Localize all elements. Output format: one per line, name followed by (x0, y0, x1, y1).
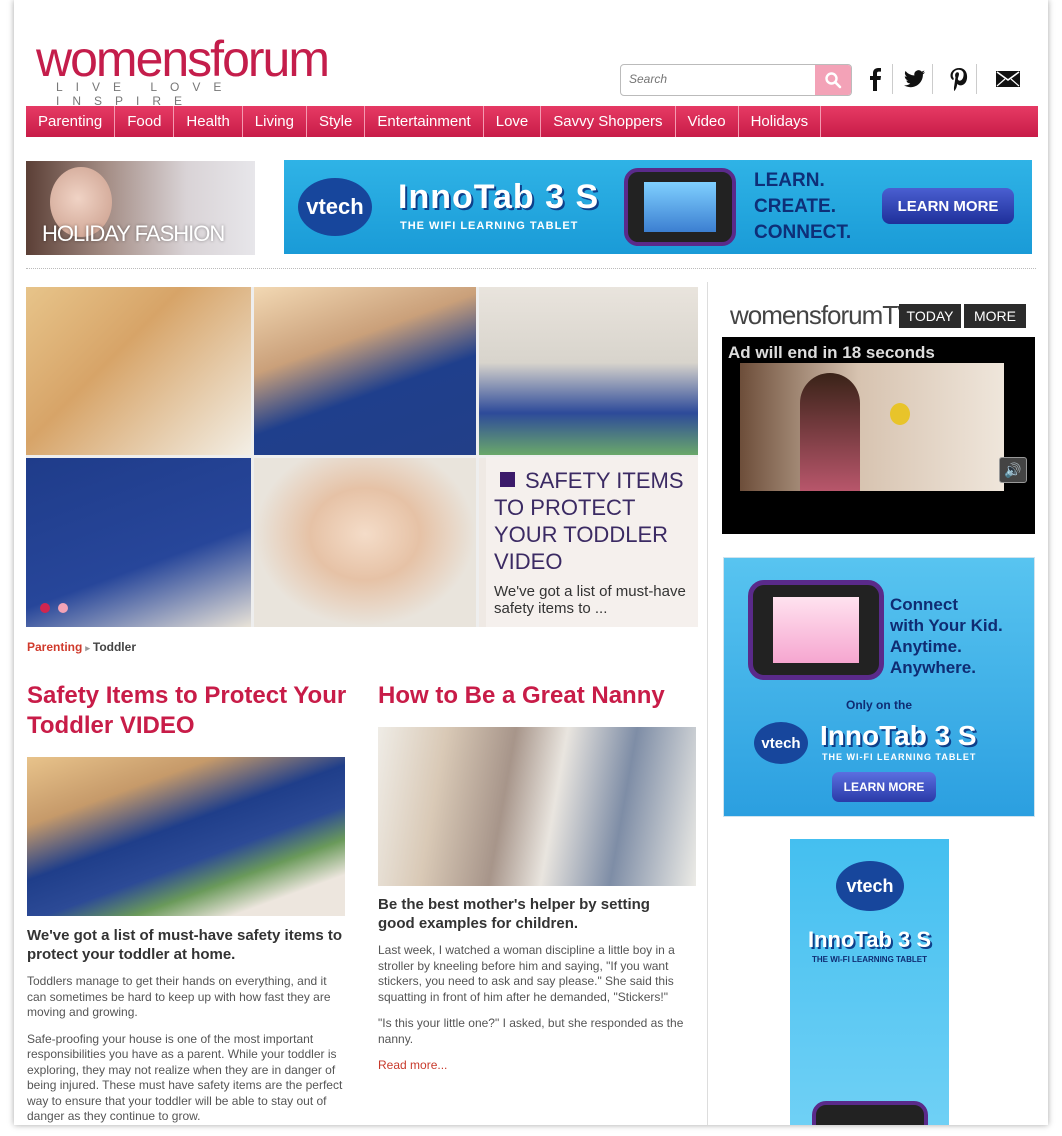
ad-subtitle: THE WI-FI LEARNING TABLET (812, 955, 927, 964)
holiday-fashion-promo[interactable]: HOLIDAY FASHION (26, 161, 255, 255)
hero-tile (26, 287, 251, 455)
breadcrumb: Parenting ▸ Toddler (27, 640, 136, 654)
divider (26, 268, 1036, 269)
ad-only-on: Only on the (846, 698, 912, 712)
article-title[interactable]: How to Be a Great Nanny (378, 681, 698, 711)
twitter-icon (904, 70, 925, 88)
ad-message-line: with Your Kid. (890, 616, 1003, 635)
vtech-logo: vtech (836, 861, 904, 911)
tagline-learn: LEARN. (754, 170, 825, 191)
hero-tile (26, 458, 251, 627)
hero-title: SAFETY ITEMS TO PROTECT YOUR TODDLER VID… (494, 467, 690, 575)
article-body: Last week, I watched a woman discipline … (378, 943, 698, 1085)
tablet-image (812, 1101, 928, 1125)
main-nav: Parenting Food Health Living Style Enter… (26, 106, 1038, 137)
slideshow-dots (40, 603, 68, 613)
ad-countdown: Ad will end in 18 seconds (728, 343, 935, 362)
banner-learn-more-button[interactable]: LEARN MORE (882, 188, 1014, 224)
hero-description: We've got a list of must-have safety ite… (494, 583, 686, 617)
nav-item-parenting[interactable]: Parenting (26, 106, 116, 137)
nav-item-living[interactable]: Living (243, 106, 307, 137)
article-lead: We've got a list of must-have safety ite… (27, 927, 343, 963)
article-title[interactable]: Safety Items to Protect Your Toddler VID… (27, 681, 347, 741)
tablet-image (748, 580, 884, 680)
volume-button[interactable]: 🔊 (999, 457, 1027, 483)
read-more-link[interactable]: Read more... (378, 1058, 447, 1072)
page: womensforum LIVE LOVE INSPIRE Search Par… (14, 0, 1048, 1125)
search-button[interactable] (815, 65, 851, 95)
facebook-icon (870, 68, 881, 91)
breadcrumb-arrow-icon: ▸ (85, 643, 90, 653)
banner-taglines: LEARN. CREATE. CONNECT. (754, 168, 851, 246)
nav-item-holidays[interactable]: Holidays (739, 106, 822, 137)
article-body: Toddlers manage to get their hands on ev… (27, 974, 349, 1136)
article-paragraph: Safe-proofing your house is one of the m… (27, 1031, 343, 1124)
facebook-link[interactable] (858, 64, 893, 94)
email-icon (996, 71, 1020, 87)
vtech-logo: vtech (298, 178, 372, 236)
tab-more[interactable]: MORE (964, 304, 1026, 328)
search-input[interactable] (621, 65, 815, 93)
site-logo[interactable]: womensforum LIVE LOVE INSPIRE (36, 14, 336, 108)
tablet-image (624, 168, 736, 246)
nav-item-food[interactable]: Food (115, 106, 175, 137)
article-paragraph: Toddlers manage to get their hands on ev… (27, 974, 331, 1019)
video-player[interactable]: Ad will end in 18 seconds 🔊 (722, 337, 1035, 534)
nav-item-style[interactable]: Style (307, 106, 366, 137)
article-paragraph: Last week, I watched a woman discipline … (378, 943, 675, 1004)
womensforum-tv-logo[interactable]: womensforumTV (730, 300, 914, 331)
hero-tile (254, 458, 476, 627)
search-icon (825, 72, 842, 89)
vtech-sidebar-ad[interactable]: Connect with Your Kid. Anytime. Anywhere… (723, 557, 1035, 817)
twitter-link[interactable] (898, 64, 933, 94)
tab-today[interactable]: TODAY (899, 304, 961, 328)
ad-subtitle: THE WI-FI LEARNING TABLET (822, 752, 977, 762)
square-bullet-icon (500, 472, 515, 487)
video-frame (740, 363, 1004, 491)
article-image[interactable] (27, 757, 345, 916)
banner-subtitle: THE WIFI LEARNING TABLET (400, 220, 579, 232)
ad-product-name: InnoTab 3 S (820, 720, 977, 751)
hero-tile (479, 287, 698, 455)
slide-dot[interactable] (58, 603, 68, 613)
hero-caption[interactable]: SAFETY ITEMS TO PROTECT YOUR TODDLER VID… (486, 457, 698, 627)
ad-product-name: InnoTab 3 S (807, 927, 932, 952)
logo-wordmark: womensforum (36, 31, 330, 87)
vtech-logo: vtech (754, 722, 808, 764)
tagline-connect: CONNECT. (754, 222, 852, 243)
breadcrumb-parenting[interactable]: Parenting (27, 640, 82, 654)
logo-tagline: LIVE LOVE INSPIRE (56, 80, 235, 108)
nav-item-savvy-shoppers[interactable]: Savvy Shoppers (541, 106, 676, 137)
ad-learn-more-button[interactable]: LEARN MORE (832, 772, 936, 802)
tagline-create: CREATE. (754, 196, 836, 217)
breadcrumb-current: Toddler (92, 640, 136, 654)
hero-tile (254, 287, 476, 455)
ad-message-line: Anywhere. (890, 658, 976, 677)
vtech-banner-ad[interactable]: vtech InnoTab 3 S THE WIFI LEARNING TABL… (284, 160, 1032, 254)
pinterest-icon (950, 68, 968, 91)
article-lead: Be the best mother's helper by setting g… (378, 896, 650, 932)
column-divider (707, 282, 708, 1125)
search-box (620, 64, 852, 96)
article-paragraph: "Is this your little one?" I asked, but … (378, 1016, 684, 1046)
ad-message: Connect with Your Kid. Anytime. Anywhere… (890, 594, 1003, 678)
banner-product-name: InnoTab 3 S (398, 178, 600, 216)
pinterest-link[interactable] (942, 64, 977, 94)
article-image[interactable] (378, 727, 696, 886)
slide-dot-active[interactable] (40, 603, 50, 613)
nav-item-entertainment[interactable]: Entertainment (365, 106, 484, 137)
nav-item-video[interactable]: Video (676, 106, 739, 137)
vtech-skyscraper-ad[interactable]: vtech InnoTab 3 S THE WI-FI LEARNING TAB… (790, 839, 949, 1125)
nav-item-love[interactable]: Love (484, 106, 542, 137)
hero-slideshow[interactable]: SAFETY ITEMS TO PROTECT YOUR TODDLER VID… (26, 287, 698, 627)
ad-message-line: Connect (890, 595, 958, 614)
ad-message-line: Anytime. (890, 637, 962, 656)
email-link[interactable] (991, 64, 1025, 94)
holiday-fashion-label: HOLIDAY FASHION (42, 221, 225, 246)
speaker-icon: 🔊 (1004, 461, 1022, 478)
hero-title-text: SAFETY ITEMS TO PROTECT YOUR TODDLER VID… (494, 468, 684, 574)
nav-item-health[interactable]: Health (174, 106, 243, 137)
